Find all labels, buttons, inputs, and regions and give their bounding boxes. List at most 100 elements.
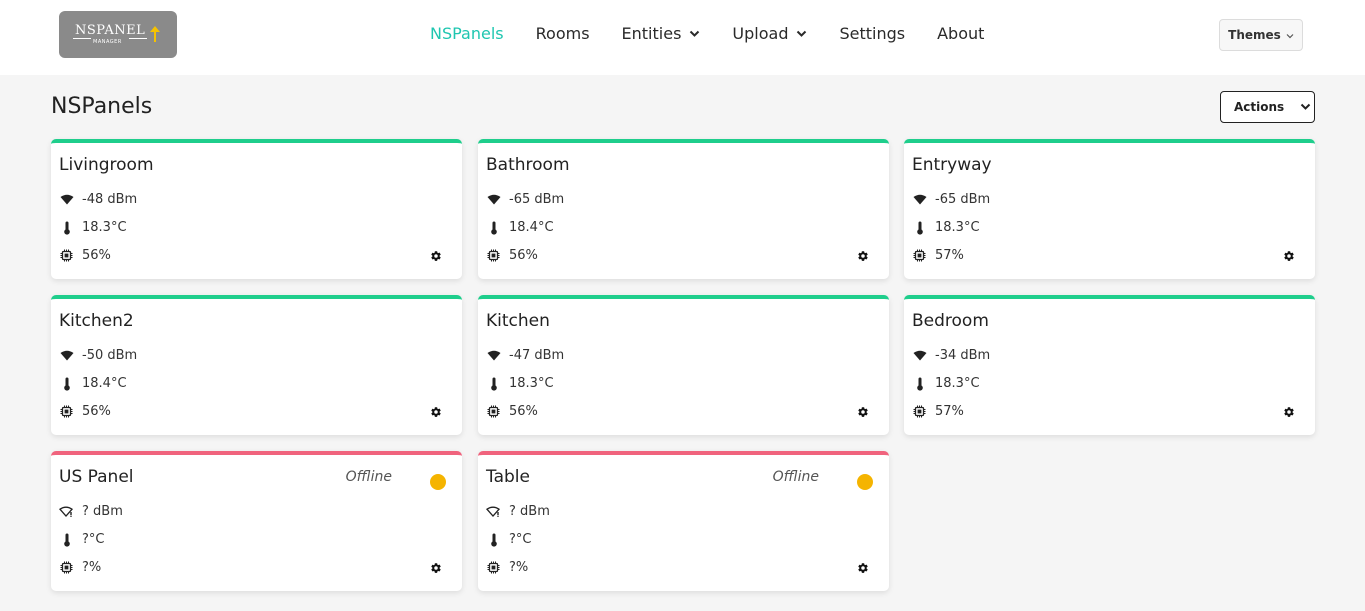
panel-card[interactable]: Kitchen -47 dBm 18.3°C 56%	[478, 295, 889, 435]
nav-settings[interactable]: Settings	[839, 24, 905, 43]
signal-row: ? dBm	[486, 504, 550, 519]
cpu-value: 56%	[82, 404, 111, 419]
actions-dropdown-button[interactable]: Actions	[1220, 91, 1315, 123]
temperature-row: 18.3°C	[486, 376, 554, 391]
logo-text: NSPANEL	[75, 23, 146, 38]
cpu-icon	[912, 249, 927, 262]
cpu-row: 56%	[59, 404, 111, 419]
nav-nspanels[interactable]: NSPanels	[430, 24, 504, 43]
signal-row: -48 dBm	[59, 192, 137, 207]
signal-value: -47 dBm	[509, 348, 565, 363]
panel-card[interactable]: US Panel Offline ? dBm ?°C?%	[51, 451, 462, 591]
cpu-value: 56%	[509, 248, 538, 263]
cpu-icon	[59, 249, 74, 262]
temperature-row: 18.3°C	[59, 220, 127, 235]
signal-value: -65 dBm	[509, 192, 565, 207]
nav-upload-label: Upload	[732, 24, 789, 43]
gear-icon[interactable]	[430, 406, 442, 418]
actions-label: Actions	[1234, 100, 1285, 114]
nav-upload-dropdown[interactable]: Upload	[732, 24, 807, 43]
temperature-row: ?°C	[59, 532, 104, 547]
panel-name: Bathroom	[486, 155, 570, 175]
cpu-row: 56%	[59, 248, 111, 263]
gear-icon[interactable]	[857, 562, 869, 574]
cpu-row: ?%	[486, 560, 528, 575]
gear-icon[interactable]	[1283, 250, 1295, 262]
temperature-row: ?°C	[486, 532, 531, 547]
panel-name: Kitchen2	[59, 311, 134, 331]
logo-rule-right	[129, 38, 147, 39]
thermometer-icon	[912, 221, 927, 235]
signal-value: ? dBm	[509, 504, 550, 519]
temperature-value: 18.4°C	[82, 376, 127, 391]
offline-status-label: Offline	[772, 469, 819, 485]
cpu-icon	[59, 405, 74, 418]
temperature-row: 18.3°C	[912, 220, 980, 235]
offline-status-dot	[857, 474, 873, 490]
logo-subtext: MANAGER	[93, 39, 122, 45]
main-nav: NSPanels Rooms Entities Upload Settings …	[430, 24, 984, 43]
signal-value: ? dBm	[82, 504, 123, 519]
panel-name: Table	[486, 467, 530, 487]
signal-value: -65 dBm	[935, 192, 991, 207]
offline-status-dot	[430, 474, 446, 490]
nav-entities-label: Entities	[621, 24, 682, 43]
temperature-value: 18.4°C	[509, 220, 554, 235]
cpu-value: 56%	[509, 404, 538, 419]
signal-row: -34 dBm	[912, 348, 990, 363]
thermometer-icon	[486, 377, 501, 391]
chevron-down-icon	[689, 30, 700, 38]
panel-card[interactable]: Entryway -65 dBm 18.3°C 57%	[904, 139, 1315, 279]
gear-icon[interactable]	[430, 562, 442, 574]
nav-rooms-label: Rooms	[535, 24, 590, 43]
nav-about-label: About	[937, 24, 985, 43]
cpu-row: 57%	[912, 248, 964, 263]
thermometer-icon	[59, 533, 74, 547]
gear-icon[interactable]	[857, 406, 869, 418]
temperature-value: 18.3°C	[935, 376, 980, 391]
chevron-down-icon	[1286, 28, 1294, 42]
wifi-icon	[912, 350, 927, 361]
thermometer-icon	[486, 533, 501, 547]
panel-card[interactable]: Kitchen2 -50 dBm 18.4°C 56%	[51, 295, 462, 435]
wifi-icon	[59, 194, 74, 205]
thermometer-icon	[486, 221, 501, 235]
signal-value: -48 dBm	[82, 192, 138, 207]
themes-dropdown-button[interactable]: Themes	[1219, 19, 1303, 51]
chevron-down-icon	[796, 30, 807, 38]
panel-card[interactable]: Table Offline ? dBm ?°C?%	[478, 451, 889, 591]
nav-about[interactable]: About	[937, 24, 984, 43]
cpu-icon	[486, 249, 501, 262]
panel-name: Livingroom	[59, 155, 154, 175]
panel-card[interactable]: Bedroom -34 dBm 18.3°C 57%	[904, 295, 1315, 435]
page-title: NSPanels	[51, 94, 153, 119]
cpu-value: 57%	[935, 248, 964, 263]
signal-row: -50 dBm	[59, 348, 137, 363]
nav-entities-dropdown[interactable]: Entities	[622, 24, 701, 43]
gear-icon[interactable]	[1283, 406, 1295, 418]
wifi-icon	[59, 350, 74, 361]
signal-row: -65 dBm	[912, 192, 990, 207]
cpu-row: 56%	[486, 248, 538, 263]
lamp-icon	[148, 25, 162, 47]
thermometer-icon	[59, 221, 74, 235]
panel-card[interactable]: Bathroom -65 dBm 18.4°C 56%	[478, 139, 889, 279]
signal-row: -47 dBm	[486, 348, 564, 363]
logo-rule-left	[73, 38, 91, 39]
cpu-value: ?%	[82, 560, 102, 575]
panel-name: Kitchen	[486, 311, 550, 331]
wifi-icon	[486, 350, 501, 361]
app-logo[interactable]: NSPANEL MANAGER	[59, 11, 177, 58]
cpu-value: 57%	[935, 404, 964, 419]
wifi-off-icon	[59, 506, 74, 517]
panel-card[interactable]: Livingroom -48 dBm 18.3°C 56%	[51, 139, 462, 279]
thermometer-icon	[912, 377, 927, 391]
signal-row: ? dBm	[59, 504, 123, 519]
cpu-row: 57%	[912, 404, 964, 419]
temperature-value: ?°C	[509, 532, 532, 547]
wifi-icon	[486, 194, 501, 205]
nav-rooms[interactable]: Rooms	[536, 24, 590, 43]
gear-icon[interactable]	[430, 250, 442, 262]
gear-icon[interactable]	[857, 250, 869, 262]
panel-name: Bedroom	[912, 311, 989, 331]
